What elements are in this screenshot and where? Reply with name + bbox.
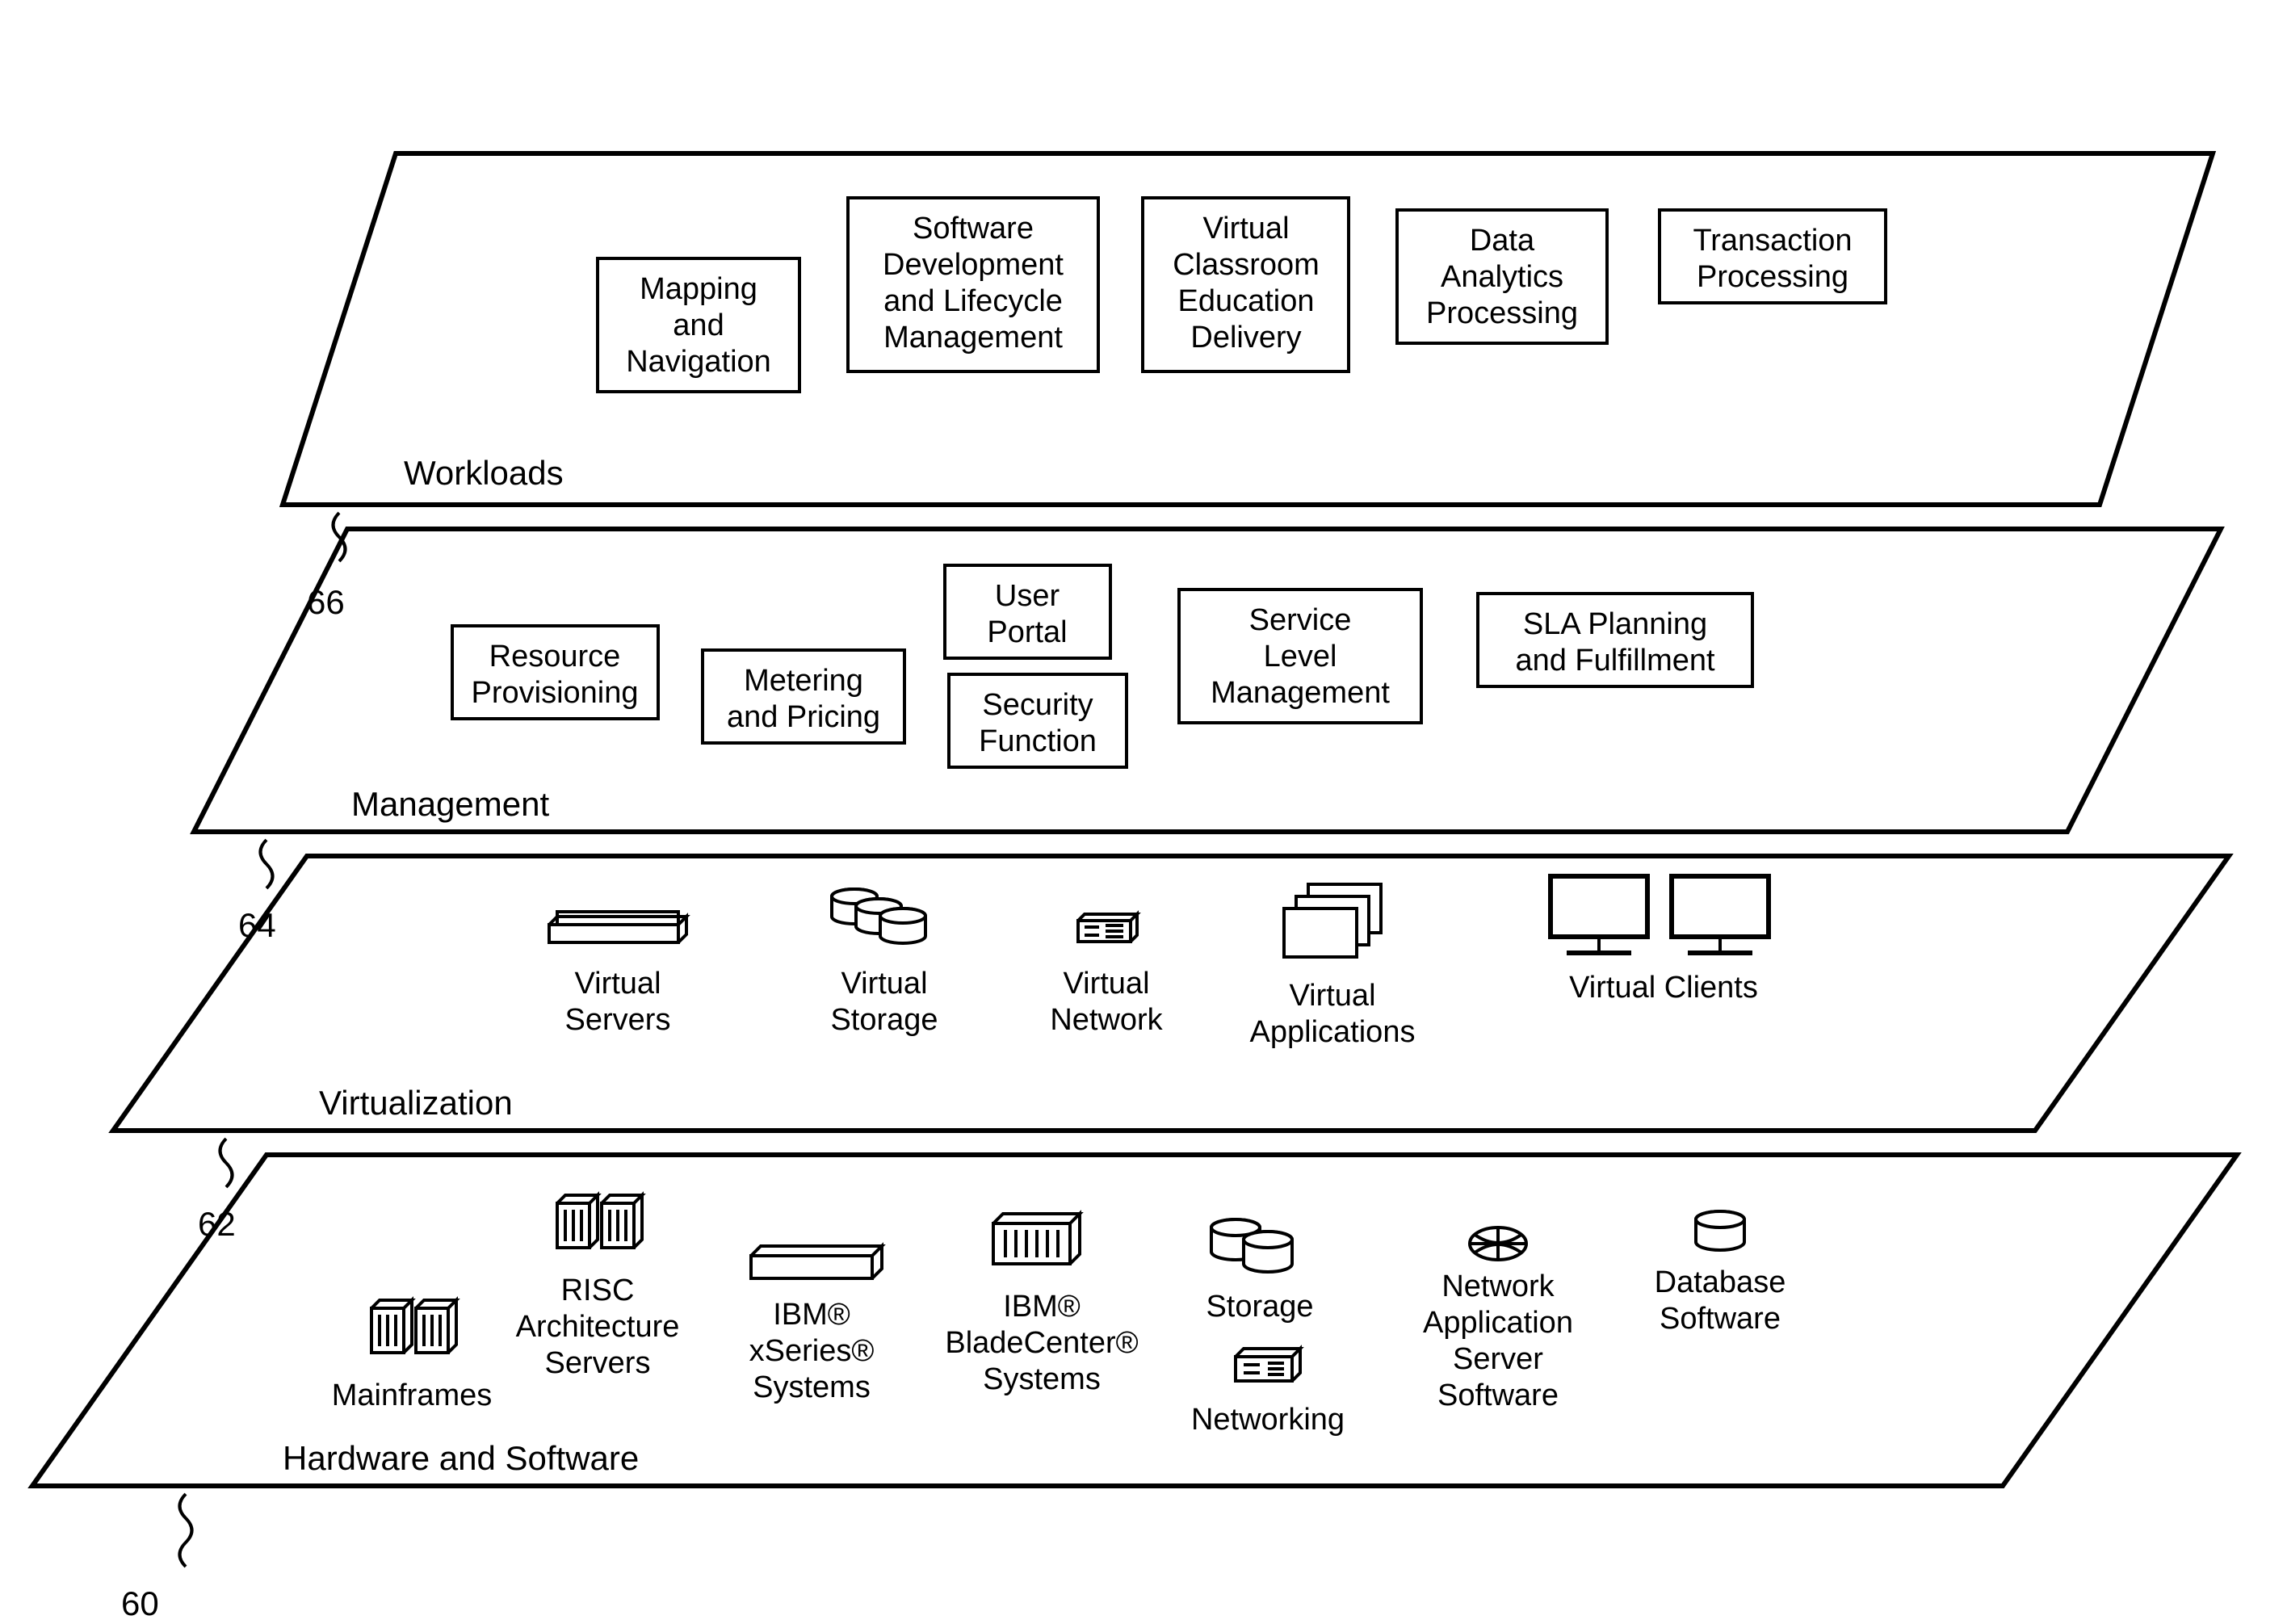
networking-label: Networking <box>1191 1403 1345 1437</box>
box-transaction-processing: Transaction Processing <box>1660 210 1886 303</box>
svg-text:Management: Management <box>883 321 1063 355</box>
risc-label-0: RISC <box>561 1274 635 1307</box>
storage-label: Storage <box>1206 1290 1313 1324</box>
svg-text:and Fulfillment: and Fulfillment <box>1515 644 1715 678</box>
svg-text:Metering: Metering <box>744 664 863 698</box>
layer-title-hardware: Hardware and Software <box>283 1439 639 1477</box>
layer-title-virtualization: Virtualization <box>319 1084 513 1122</box>
nas-label-2: Server <box>1453 1342 1543 1376</box>
svg-text:User: User <box>995 579 1060 613</box>
vstor-label-0: Virtual <box>841 967 927 1001</box>
blade-label-1: BladeCenter® <box>945 1326 1138 1360</box>
layer-hardware: 60 Hardware and Software Mainframes <box>32 1155 2237 1622</box>
svg-text:SLA Planning: SLA Planning <box>1523 607 1707 641</box>
vs-label-1: Servers <box>565 1003 671 1037</box>
nas-label-3: Software <box>1437 1379 1559 1412</box>
box-metering-pricing: Metering and Pricing <box>703 650 904 743</box>
db-label-1: Software <box>1660 1302 1781 1336</box>
box-resource-provisioning: Resource Provisioning <box>452 626 658 719</box>
blade-label-0: IBM® <box>1003 1290 1081 1324</box>
svg-text:Analytics: Analytics <box>1441 260 1563 294</box>
db-label-0: Database <box>1655 1265 1786 1299</box>
ref-60: 60 <box>121 1584 159 1622</box>
vapp-label-1: Applications <box>1250 1015 1416 1049</box>
box-sla-planning: SLA Planning and Fulfillment <box>1478 594 1752 686</box>
svg-text:Navigation: Navigation <box>626 345 771 379</box>
box-service-level-management: Service Level Management <box>1179 590 1421 723</box>
svg-text:Management: Management <box>1211 676 1390 710</box>
svg-text:Provisioning: Provisioning <box>472 676 639 710</box>
svg-text:Function: Function <box>979 724 1097 758</box>
svg-text:Processing: Processing <box>1426 296 1578 330</box>
database-software-icon <box>1696 1211 1744 1250</box>
box-security-function: Security Function <box>949 674 1127 767</box>
svg-text:Development: Development <box>883 248 1064 282</box>
svg-text:Portal: Portal <box>987 615 1067 649</box>
virtual-servers-icon <box>549 912 686 942</box>
vapp-label-0: Virtual <box>1289 979 1375 1013</box>
ref-64: 64 <box>238 906 276 944</box>
vs-label-0: Virtual <box>574 967 661 1001</box>
ref-66: 66 <box>307 583 345 621</box>
svg-text:and Pricing: and Pricing <box>727 700 880 734</box>
svg-text:and: and <box>673 308 724 342</box>
svg-text:Mapping: Mapping <box>640 272 757 306</box>
vnet-label-0: Virtual <box>1063 967 1149 1001</box>
svg-text:Virtual: Virtual <box>1202 212 1289 245</box>
risc-label-2: Servers <box>545 1346 651 1380</box>
svg-text:Software: Software <box>913 212 1034 245</box>
nas-label-0: Network <box>1441 1269 1555 1303</box>
vclients-label: Virtual Clients <box>1569 971 1758 1005</box>
box-user-portal: User Portal <box>945 565 1110 658</box>
nas-label-1: Application <box>1423 1306 1573 1340</box>
layer-title-workloads: Workloads <box>404 454 564 492</box>
svg-text:Resource: Resource <box>489 640 621 674</box>
vstor-label-1: Storage <box>830 1003 938 1037</box>
virtual-applications-icon <box>1284 884 1381 957</box>
vnet-label-1: Network <box>1050 1003 1163 1037</box>
svg-text:Service: Service <box>1249 603 1352 637</box>
ref-62: 62 <box>198 1205 236 1243</box>
box-data-analytics: Data Analytics Processing <box>1397 210 1607 343</box>
mainframes-label: Mainframes <box>332 1379 493 1412</box>
xseries-label-2: Systems <box>753 1370 871 1404</box>
box-mapping-navigation: Mapping and Navigation <box>598 258 799 392</box>
svg-text:Classroom: Classroom <box>1173 248 1320 282</box>
svg-text:Education: Education <box>1177 284 1314 318</box>
box-software-dev-lifecycle: Software Development and Lifecycle Manag… <box>848 198 1098 371</box>
diagram-root: 60 Hardware and Software Mainframes <box>0 0 2287 1624</box>
risc-label-1: Architecture <box>516 1310 680 1344</box>
xseries-label-0: IBM® <box>773 1298 850 1332</box>
svg-text:and Lifecycle: and Lifecycle <box>883 284 1063 318</box>
network-app-server-icon <box>1470 1227 1526 1260</box>
svg-text:Delivery: Delivery <box>1190 321 1301 355</box>
svg-text:Processing: Processing <box>1697 260 1848 294</box>
svg-text:Level: Level <box>1264 640 1337 674</box>
box-virtual-classroom: Virtual Classroom Education Delivery <box>1143 198 1349 371</box>
layer-title-management: Management <box>351 785 549 823</box>
svg-text:Security: Security <box>982 688 1093 722</box>
svg-text:Transaction: Transaction <box>1693 224 1852 258</box>
xseries-label-1: xSeries® <box>749 1334 875 1368</box>
blade-label-2: Systems <box>983 1362 1101 1396</box>
svg-text:Data: Data <box>1470 224 1535 258</box>
